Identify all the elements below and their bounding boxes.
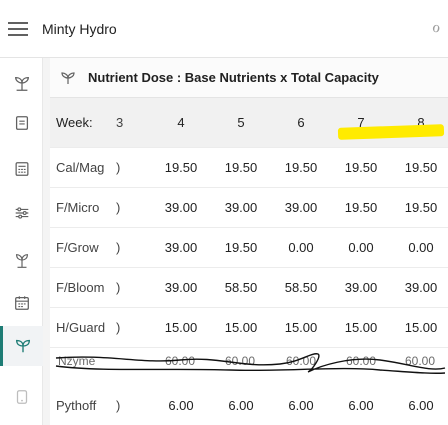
table-row: Cal/Mag ) 19.50 19.50 19.50 19.50 19.50	[50, 148, 448, 188]
leaf-icon	[16, 339, 30, 353]
dose-cell: 19.50	[404, 200, 438, 215]
dose-cell: 39.00	[284, 200, 318, 215]
dose-cell: 15.00	[284, 320, 318, 335]
device-icon	[16, 390, 27, 404]
sidebar-item-nutrients[interactable]	[0, 326, 43, 366]
dose-cell: 6.00	[348, 398, 374, 413]
dose-cell: 39.00	[404, 280, 438, 295]
dose-cell: 19.50	[224, 160, 258, 175]
dose-cell: 19.50	[344, 160, 378, 175]
table-row: F/Micro ) 39.00 39.00 39.00 19.50 19.50	[50, 188, 448, 228]
dose-cell: 58.50	[284, 280, 318, 295]
dose-cell: 15.00	[404, 320, 438, 335]
settings-sliders-icon	[15, 207, 28, 219]
sidebar-item-notes[interactable]	[0, 104, 43, 142]
dose-cell: 39.00	[164, 240, 198, 255]
row-fragment: )	[116, 160, 121, 175]
sidebar-item-calculator[interactable]	[0, 150, 43, 188]
notes-icon	[15, 116, 28, 130]
dose-cell: 19.50	[224, 240, 258, 255]
panel-title: Nutrient Dose : Base Nutrients x Total C…	[88, 70, 379, 85]
row-label: Pythoff	[56, 398, 97, 413]
row-fragment: )	[116, 320, 121, 335]
week-header-label: Week:	[56, 115, 93, 130]
app-title: Minty Hydro	[42, 21, 117, 37]
sidebar	[0, 58, 43, 425]
row-label: F/Grow	[56, 240, 99, 255]
week-header-cell[interactable]: 5	[213, 98, 269, 147]
row-label: Cal/Mag	[56, 160, 105, 175]
secondary-icon-strip	[43, 58, 50, 425]
leaf-icon	[61, 72, 75, 84]
calculator-icon	[15, 162, 28, 176]
tree-icon[interactable]: ℴ	[432, 16, 440, 37]
dose-cell: 39.00	[344, 280, 378, 295]
sprout-icon	[14, 76, 29, 91]
row-fragment: )	[116, 200, 121, 215]
dose-cell: 39.00	[164, 200, 198, 215]
dose-cell: 58.50	[224, 280, 258, 295]
row-fragment: )	[116, 280, 121, 295]
dose-cell: 0.00	[288, 240, 314, 255]
dose-cell: 19.50	[404, 160, 438, 175]
week-header-cell[interactable]: 6	[273, 98, 329, 147]
dose-cell: 39.00	[224, 200, 258, 215]
dose-cell: 6.00	[288, 398, 314, 413]
panel-header: Nutrient Dose : Base Nutrients x Total C…	[50, 58, 448, 98]
dose-cell: 19.50	[344, 200, 378, 215]
hamburger-icon[interactable]	[8, 22, 28, 38]
struck-out-row: Nzyme 60.00 60.00 60.00 60.00 60.00	[50, 346, 448, 384]
table-row: F/Bloom ) 39.00 58.50 58.50 39.00 39.00	[50, 268, 448, 308]
week-header-cell[interactable]: 8	[393, 98, 448, 147]
sidebar-item-sprout[interactable]	[0, 64, 43, 102]
row-label: H/Guard	[56, 320, 106, 335]
plant-icon	[15, 254, 28, 268]
sidebar-item-settings[interactable]	[0, 194, 43, 232]
row-label: F/Micro	[56, 200, 100, 215]
dose-cell: 15.00	[224, 320, 258, 335]
row-fragment: )	[116, 398, 121, 413]
scribble-strike-mark	[55, 353, 446, 374]
app-top-bar: Minty Hydro ℴ	[0, 0, 448, 58]
dose-cell: 15.00	[344, 320, 378, 335]
row-fragment: )	[116, 240, 121, 255]
dose-cell: 6.00	[168, 398, 194, 413]
dose-cell: 0.00	[408, 240, 434, 255]
sidebar-item-calendar[interactable]	[0, 284, 43, 322]
table-row: Pythoff ) 6.00 6.00 6.00 6.00 6.00	[50, 386, 448, 425]
row-label: F/Bloom	[56, 280, 105, 295]
week-header-fragment: 3	[116, 115, 124, 130]
table-row: F/Grow ) 39.00 19.50 0.00 0.00 0.00	[50, 228, 448, 268]
dose-cell: 19.50	[284, 160, 318, 175]
dose-cell: 19.50	[164, 160, 198, 175]
dose-cell: 39.00	[164, 280, 198, 295]
sidebar-item-device[interactable]	[0, 378, 43, 416]
week-header-cell[interactable]: 4	[153, 98, 209, 147]
dose-cell: 6.00	[228, 398, 254, 413]
table-row: H/Guard ) 15.00 15.00 15.00 15.00 15.00	[50, 308, 448, 348]
dose-cell: 15.00	[164, 320, 198, 335]
calendar-icon	[14, 296, 29, 310]
table-header-row: Week: 3 4 5 6 7 8	[50, 98, 448, 148]
dose-cell: 0.00	[348, 240, 374, 255]
dose-cell: 6.00	[408, 398, 434, 413]
sidebar-item-plant[interactable]	[0, 242, 43, 280]
